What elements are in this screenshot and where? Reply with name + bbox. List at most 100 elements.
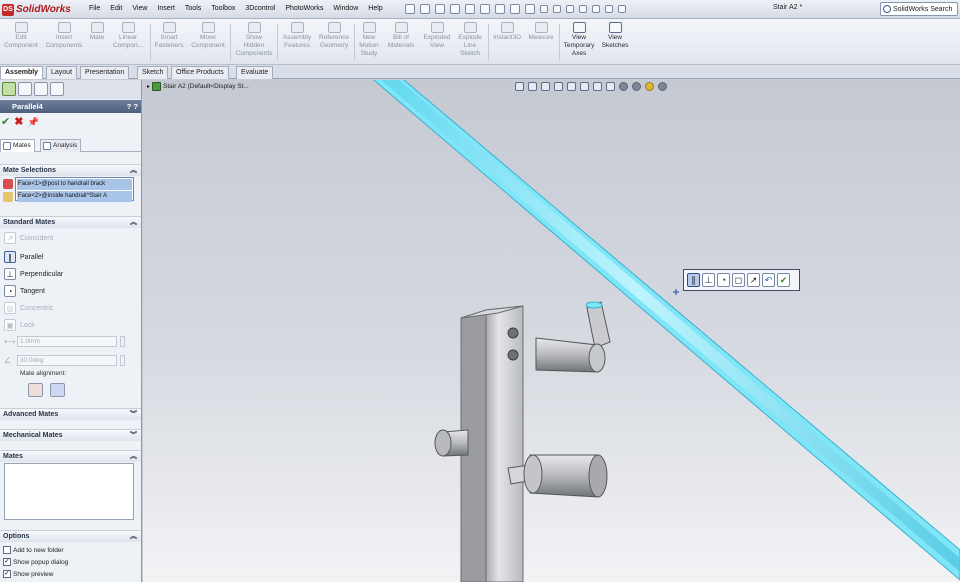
post-standoff-left[interactable] — [434, 429, 469, 457]
menu-help[interactable]: Help — [363, 2, 387, 16]
file-properties-icon[interactable] — [525, 4, 535, 14]
assembly-features-button[interactable]: Assembly Features — [280, 22, 314, 64]
anti-aligned-button[interactable] — [50, 383, 65, 397]
parallel-option[interactable]: ∥ Parallel — [4, 251, 43, 263]
selection-item[interactable]: Face<1>@post to handrail brack — [17, 179, 132, 190]
new-document-icon[interactable] — [405, 4, 415, 14]
edit-component-button[interactable]: Edit Component — [3, 22, 39, 64]
mates-list[interactable] — [4, 463, 134, 520]
show-hidden-components-button[interactable]: Show Hidden Components — [233, 22, 275, 64]
expand-arrow-icon[interactable]: ▸ — [147, 83, 150, 90]
selection-item[interactable]: Face<2>@inside handrail^Stair A — [17, 191, 132, 202]
search-box[interactable]: SolidWorks Search — [880, 2, 958, 16]
print-icon[interactable] — [450, 4, 460, 14]
undo-mate-icon[interactable]: ↶ — [762, 273, 775, 287]
reference-geometry-button[interactable]: Reference Geometry — [316, 22, 352, 64]
tab-assembly[interactable]: Assembly — [0, 66, 44, 79]
zoom-to-area-icon[interactable] — [528, 81, 537, 91]
redo-icon[interactable] — [480, 4, 490, 14]
menu-3dcontrol[interactable]: 3Dcontrol — [240, 2, 280, 16]
handrail[interactable] — [368, 80, 960, 581]
dynamic-annotation-icon[interactable] — [567, 81, 576, 91]
advanced-mates-header[interactable]: Advanced Mates ︾ — [0, 408, 141, 420]
save-icon[interactable] — [435, 4, 445, 14]
smart-fasteners-button[interactable]: Smart Fasteners — [153, 22, 185, 64]
parallel-mate-icon[interactable]: ∥ — [687, 273, 700, 287]
bill-of-materials-button[interactable]: Bill of Materials — [385, 22, 417, 64]
concentric-option[interactable]: ◎ Concentric — [4, 302, 53, 314]
tab-layout[interactable]: Layout — [46, 66, 78, 79]
add-to-new-folder-checkbox[interactable]: Add to new folder — [3, 545, 64, 555]
accept-mate-icon[interactable]: ✔ — [777, 273, 790, 287]
mate-button[interactable]: Mate — [87, 22, 107, 64]
toolbar-icon-5[interactable] — [605, 5, 613, 13]
rebuild-icon[interactable] — [510, 4, 520, 14]
toolbar-icon-3[interactable] — [579, 5, 587, 13]
explode-line-sketch-button[interactable]: Explode Line Sketch — [455, 22, 485, 64]
tab-sketch[interactable]: Sketch — [137, 66, 169, 79]
property-manager-icon[interactable] — [18, 82, 32, 96]
standard-mates-header[interactable]: Standard Mates ︽ — [0, 216, 141, 228]
exploded-view-button[interactable]: Exploded View — [421, 22, 453, 64]
insert-components-button[interactable]: Insert Components — [43, 22, 85, 64]
menu-toolbox[interactable]: Toolbox — [206, 2, 240, 16]
pushpin-icon[interactable]: 📌 — [27, 116, 38, 128]
instant3d-button[interactable]: Instant3D — [490, 22, 524, 64]
menu-file[interactable]: File — [84, 2, 105, 16]
menu-photoworks[interactable]: PhotoWorks — [280, 2, 328, 16]
angle-spinner[interactable] — [120, 354, 125, 366]
view-orientation-icon[interactable] — [580, 81, 589, 91]
undo-icon[interactable] — [465, 4, 475, 14]
section-view-icon[interactable] — [554, 81, 563, 91]
view-settings-icon[interactable] — [645, 81, 654, 91]
dimxpert-manager-icon[interactable] — [50, 82, 64, 96]
previous-view-icon[interactable] — [541, 81, 550, 91]
show-preview-checkbox[interactable]: ✓ Show preview — [3, 569, 53, 579]
lock-option[interactable]: ▣ Lock — [4, 319, 35, 331]
mechanical-mates-header[interactable]: Mechanical Mates ︾ — [0, 429, 141, 441]
tab-mates[interactable]: Mates — [0, 139, 35, 152]
menu-insert[interactable]: Insert — [152, 2, 180, 16]
tab-evaluate[interactable]: Evaluate — [236, 66, 274, 79]
graphics-viewport[interactable]: ▸ Stair A2 (Default<Display St... ∥ ⊥ ◔ … — [143, 80, 960, 582]
mates-header[interactable]: Mates ︽ — [0, 450, 141, 462]
toolbar-icon-2[interactable] — [566, 5, 574, 13]
display-style-icon[interactable] — [593, 81, 602, 91]
configuration-manager-icon[interactable] — [34, 82, 48, 96]
distance-input[interactable]: 1.0mm — [17, 335, 117, 347]
distance-spinner[interactable] — [120, 335, 125, 347]
new-motion-study-button[interactable]: New Motion Study — [356, 22, 382, 64]
tangent-mate-icon[interactable]: ◔ — [717, 273, 730, 287]
mate-selection-list[interactable]: Face<1>@post to handrail brack Face<2>@i… — [15, 177, 134, 202]
perpendicular-option[interactable]: ⊥ Perpendicular — [4, 268, 63, 280]
tab-office-products[interactable]: Office Products — [171, 66, 229, 79]
tangent-option[interactable]: ◔ Tangent — [4, 285, 45, 297]
flip-alignment-icon[interactable]: ↗ — [747, 273, 760, 287]
measure-button[interactable]: Measure — [526, 22, 556, 64]
stair-post[interactable] — [460, 305, 524, 582]
hide-show-items-icon[interactable] — [606, 81, 615, 91]
view-temporary-axes-button[interactable]: View Temporary Axes — [561, 22, 597, 64]
handrail-bracket[interactable] — [535, 301, 611, 373]
angle-input[interactable]: 30.0deg — [17, 354, 117, 366]
help-icon[interactable]: ? ? — [127, 100, 138, 113]
show-popup-dialog-checkbox[interactable]: ✓ Show popup dialog — [3, 557, 68, 567]
menu-window[interactable]: Window — [328, 2, 363, 16]
menu-view[interactable]: View — [127, 2, 152, 16]
open-icon[interactable] — [420, 4, 430, 14]
cancel-button[interactable]: ✖ — [14, 116, 23, 128]
select-icon[interactable] — [495, 4, 505, 14]
feature-manager-icon[interactable] — [2, 82, 16, 96]
solidworks-logo[interactable]: DS SolidWorks — [2, 2, 80, 17]
apply-scene-icon[interactable] — [632, 81, 641, 91]
realview-icon[interactable] — [658, 81, 667, 91]
view-sketches-button[interactable]: View Sketches — [599, 22, 631, 64]
mate-selections-header[interactable]: Mate Selections ︽ — [0, 164, 141, 176]
menu-tools[interactable]: Tools — [180, 2, 206, 16]
aligned-button[interactable] — [28, 383, 43, 397]
toolbar-icon-4[interactable] — [592, 5, 600, 13]
linear-component-pattern-button[interactable]: Linear Compon... — [110, 22, 146, 64]
move-component-button[interactable]: Move Component — [189, 22, 227, 64]
perpendicular-mate-icon[interactable]: ⊥ — [702, 273, 715, 287]
options-icon[interactable] — [540, 5, 548, 13]
